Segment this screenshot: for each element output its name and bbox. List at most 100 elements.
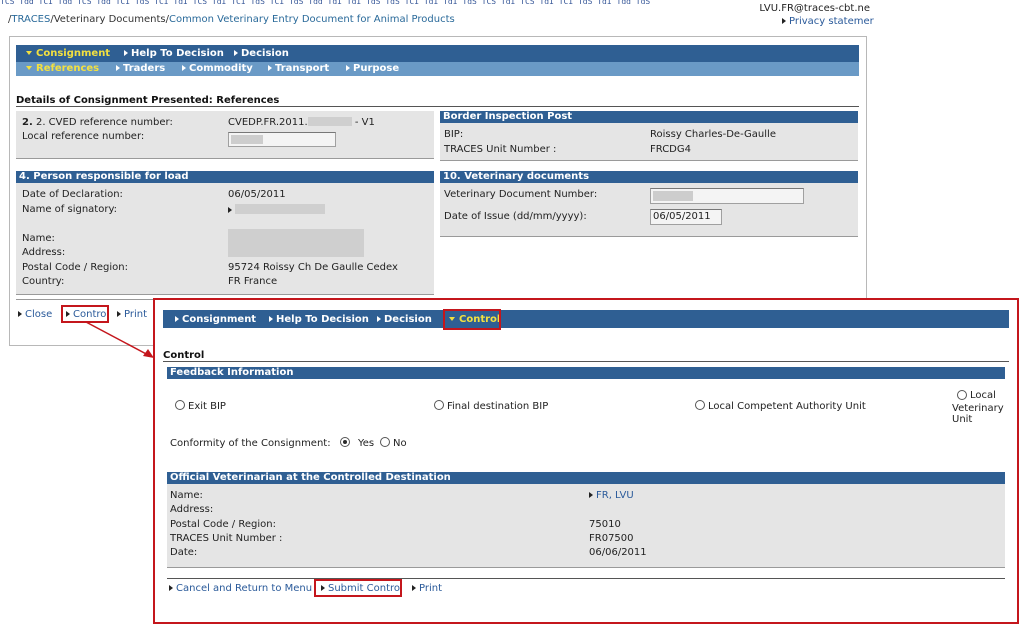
breadcrumb: /TRACES/Veterinary Documents/Common Vete… (8, 14, 455, 25)
bip-label: BIP: (444, 129, 464, 140)
section-divider (163, 361, 1009, 362)
arrow-right-icon (169, 585, 173, 591)
local-ref-label: Local reference number: (22, 131, 145, 142)
sub-tab-bar: References Traders Commodity Transport P… (16, 62, 859, 76)
person-panel-title: 4. Person responsible for load (16, 171, 434, 183)
arrow-right-icon (175, 316, 179, 322)
vet-doc-number-label: Veterinary Document Number: (444, 189, 598, 200)
official-name-link[interactable]: FR, LVU (589, 490, 634, 501)
breadcrumb-item-traces[interactable]: TRACES (11, 14, 50, 25)
bip-unit-label: TRACES Unit Number : (444, 144, 557, 155)
official-unit-value: FR07500 (589, 533, 634, 544)
print-link[interactable]: Print (412, 583, 442, 594)
local-veterinary-unit-label-1: Local (970, 390, 996, 401)
arrow-right-icon (346, 65, 350, 71)
control-tab-highlight (443, 309, 501, 330)
arrow-right-icon (182, 65, 186, 71)
tab-help-to-decision[interactable]: Help To Decision (269, 314, 369, 325)
feedback-panel: Feedback Information Exit BIP Final dest… (167, 367, 1005, 463)
official-address-label: Address: (170, 504, 214, 515)
bip-unit-value: FRCDG4 (650, 144, 691, 155)
person-country-value: FR France (228, 276, 278, 287)
signatory-value (228, 204, 325, 216)
arrow-right-icon (412, 585, 416, 591)
bip-panel: Border Inspection Post BIP: Roissy Charl… (440, 111, 858, 161)
control-section-title: Control (163, 350, 205, 361)
bip-value: Roissy Charles-De-Gaulle (650, 129, 776, 140)
official-veterinarian-panel: Official Veterinarian at the Controlled … (167, 472, 1005, 568)
arrow-right-icon (589, 492, 593, 498)
arrow-right-icon (117, 311, 121, 317)
control-tab-bar: Consignment Help To Decision Decision Co… (163, 310, 1009, 328)
declaration-date-label: Date of Declaration: (22, 189, 123, 200)
local-veterinary-unit-radio[interactable] (957, 390, 967, 400)
arrow-right-icon (116, 65, 120, 71)
declaration-date-value: 06/05/2011 (228, 189, 286, 200)
references-panel: 2. 2. CVED reference number: CVEDP.FR.20… (16, 111, 434, 159)
tab-decision[interactable]: Decision (234, 48, 289, 59)
exit-bip-radio[interactable] (175, 400, 185, 410)
arrow-right-icon (18, 311, 22, 317)
person-address-label: Address: (22, 247, 66, 258)
final-destination-bip-radio[interactable] (434, 400, 444, 410)
tab-decision[interactable]: Decision (377, 314, 432, 325)
tab-consignment[interactable]: Consignment (26, 48, 110, 59)
issue-date-input[interactable]: 06/05/2011 (650, 209, 722, 225)
section-divider (16, 106, 859, 107)
arrow-right-icon (782, 18, 786, 24)
official-date-label: Date: (170, 547, 198, 558)
arrow-right-icon (228, 207, 232, 213)
callout-arrow-icon (85, 321, 154, 358)
subtab-transport[interactable]: Transport (268, 63, 329, 74)
subtab-purpose[interactable]: Purpose (346, 63, 399, 74)
official-postal-label: Postal Code / Region: (170, 519, 276, 530)
official-vet-panel-title: Official Veterinarian at the Controlled … (167, 472, 1005, 484)
chevron-down-icon (26, 66, 32, 70)
user-email: LVU.FR@traces-cbt.ne (759, 3, 870, 14)
arrow-right-icon (268, 65, 272, 71)
cved-ref-value: CVEDP.FR.2011. - V1 (228, 117, 375, 128)
redacted-block (228, 229, 364, 257)
local-competent-authority-radio[interactable] (695, 400, 705, 410)
signatory-label: Name of signatory: (22, 204, 118, 215)
close-link[interactable]: Close (18, 309, 52, 320)
vet-doc-number-input[interactable] (650, 188, 804, 204)
exit-bip-label: Exit BIP (188, 401, 226, 412)
tab-consignment[interactable]: Consignment (175, 314, 256, 325)
conformity-no-label: No (393, 438, 407, 449)
arrow-right-icon (124, 50, 128, 56)
feedback-panel-title: Feedback Information (167, 367, 1005, 379)
breadcrumb-item-cved-animal-products[interactable]: Common Veterinary Entry Document for Ani… (169, 14, 455, 25)
section-title: Details of Consignment Presented: Refere… (16, 95, 280, 106)
subtab-traders[interactable]: Traders (116, 63, 165, 74)
privacy-statement-link[interactable]: Privacy statemer (782, 16, 874, 27)
vetdocs-panel-title: 10. Veterinary documents (440, 171, 858, 183)
issue-date-label: Date of Issue (dd/mm/yyyy): (444, 211, 587, 222)
local-veterinary-unit-label-3: Unit (952, 414, 973, 425)
final-destination-bip-label: Final destination BIP (447, 401, 549, 412)
person-name-label: Name: (22, 233, 55, 244)
redacted-block (307, 117, 352, 126)
breadcrumb-item-veterinary-documents[interactable]: Veterinary Documents (54, 14, 166, 25)
conformity-no-radio[interactable] (380, 437, 390, 447)
person-postal-label: Postal Code / Region: (22, 262, 128, 273)
veterinary-documents-panel: 10. Veterinary documents Veterinary Docu… (440, 171, 858, 237)
tab-help-to-decision[interactable]: Help To Decision (124, 48, 224, 59)
redacted-block (235, 204, 325, 214)
cved-ref-label: 2. 2. CVED reference number: (22, 117, 173, 128)
local-veterinary-unit-label-2: Veterinary (952, 403, 1004, 414)
conformity-yes-radio[interactable] (340, 437, 350, 447)
local-competent-authority-label: Local Competent Authority Unit (708, 401, 866, 412)
person-country-label: Country: (22, 276, 65, 287)
arrow-right-icon (234, 50, 238, 56)
bip-panel-title: Border Inspection Post (440, 111, 858, 123)
footer-divider (167, 578, 1005, 579)
arrow-right-icon (377, 316, 381, 322)
subtab-commodity[interactable]: Commodity (182, 63, 253, 74)
cancel-return-menu-link[interactable]: Cancel and Return to Menu (169, 583, 312, 594)
local-ref-input[interactable] (228, 132, 336, 147)
official-date-value: 06/06/2011 (589, 547, 647, 558)
arrow-right-icon (269, 316, 273, 322)
person-postal-value: 95724 Roissy Ch De Gaulle Cedex (228, 262, 398, 273)
subtab-references[interactable]: References (26, 63, 99, 74)
